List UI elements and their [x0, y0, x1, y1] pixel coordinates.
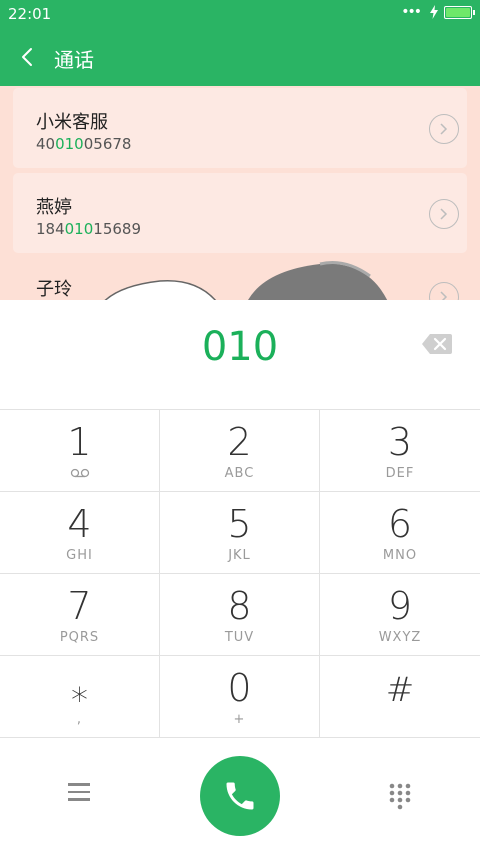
phone-icon	[226, 782, 254, 810]
key-4[interactable]: 4 GHI	[0, 492, 160, 574]
contact-detail-button[interactable]	[429, 282, 459, 300]
status-bar: 22:01 •••	[0, 0, 480, 28]
chevron-left-icon	[22, 48, 32, 66]
key-0[interactable]: 0 +	[160, 656, 320, 738]
key-letters: +	[233, 712, 246, 727]
contact-detail-button[interactable]	[429, 199, 459, 229]
key-digit: 5	[227, 502, 252, 546]
contact-name: 子玲	[36, 279, 72, 300]
contact-name: 燕婷	[36, 197, 72, 218]
key-star[interactable]: ⁎ ,	[0, 656, 160, 738]
key-letters: JKL	[228, 548, 251, 563]
key-letters: ,	[76, 712, 83, 727]
call-button[interactable]	[200, 756, 280, 836]
key-3[interactable]: 3 DEF	[320, 410, 480, 492]
key-digit: 3	[387, 420, 413, 464]
key-digit: 7	[67, 584, 92, 628]
contact-name: 小米客服	[36, 112, 108, 133]
key-letters: TUV	[224, 630, 255, 645]
chevron-right-icon	[440, 291, 448, 300]
signal-dots-icon: •••	[401, 4, 422, 20]
key-9[interactable]: 9 WXYZ	[320, 574, 480, 656]
key-letters: GHI	[66, 548, 93, 563]
contact-number: 18401015689	[36, 220, 141, 238]
contact-item[interactable]: 小米客服 4001005678	[13, 88, 467, 168]
charging-bolt-icon	[430, 5, 438, 19]
contact-item[interactable]: 子玲	[13, 258, 467, 300]
status-icons: •••	[401, 4, 475, 20]
dialpad-icon[interactable]	[388, 782, 412, 810]
contact-list: 小米客服 4001005678 燕婷 18401015689 子玲	[0, 86, 480, 300]
backspace-icon	[422, 334, 452, 354]
key-letters: DEF	[385, 466, 415, 481]
key-7[interactable]: 7 PQRS	[0, 574, 160, 656]
status-time: 22:01	[8, 5, 52, 23]
key-digit: 2	[227, 420, 252, 464]
key-hash[interactable]: #	[320, 656, 480, 738]
contact-item[interactable]: 燕婷 18401015689	[13, 173, 467, 253]
dialed-number-field[interactable]: 010	[0, 324, 480, 370]
page-title: 通话	[54, 48, 94, 72]
chevron-right-icon	[440, 123, 448, 135]
key-digit: 6	[387, 502, 413, 546]
key-digit: 9	[387, 584, 413, 628]
menu-icon	[68, 783, 90, 786]
menu-button[interactable]	[68, 783, 92, 803]
key-letters: PQRS	[59, 630, 100, 645]
key-2[interactable]: 2 ABC	[160, 410, 320, 492]
back-button[interactable]	[14, 44, 40, 70]
key-1[interactable]: 1	[0, 410, 160, 492]
app-bar: 通话	[0, 28, 480, 86]
contact-number: 4001005678	[36, 135, 132, 153]
key-digit: 8	[227, 584, 252, 628]
key-letters: WXYZ	[378, 630, 422, 645]
battery-icon	[444, 5, 475, 19]
backspace-button[interactable]	[422, 334, 452, 354]
key-digit: ⁎	[71, 670, 88, 710]
key-5[interactable]: 5 JKL	[160, 492, 320, 574]
key-digit: 1	[67, 420, 92, 464]
key-8[interactable]: 8 TUV	[160, 574, 320, 656]
key-letters: ABC	[224, 466, 255, 481]
dial-display: 010	[0, 300, 480, 410]
key-digit: #	[385, 670, 415, 710]
bottom-action-bar	[0, 738, 480, 853]
voicemail-icon	[70, 468, 90, 478]
contact-detail-button[interactable]	[429, 114, 459, 144]
dial-keypad: 1 2 ABC 3 DEF 4 GHI 5 JKL 6 MNO 7 PQRS 8…	[0, 410, 480, 738]
key-6[interactable]: 6 MNO	[320, 492, 480, 574]
chevron-right-icon	[440, 208, 448, 220]
key-digit: 0	[227, 666, 252, 710]
key-letters: MNO	[382, 548, 418, 563]
key-digit: 4	[67, 502, 92, 546]
